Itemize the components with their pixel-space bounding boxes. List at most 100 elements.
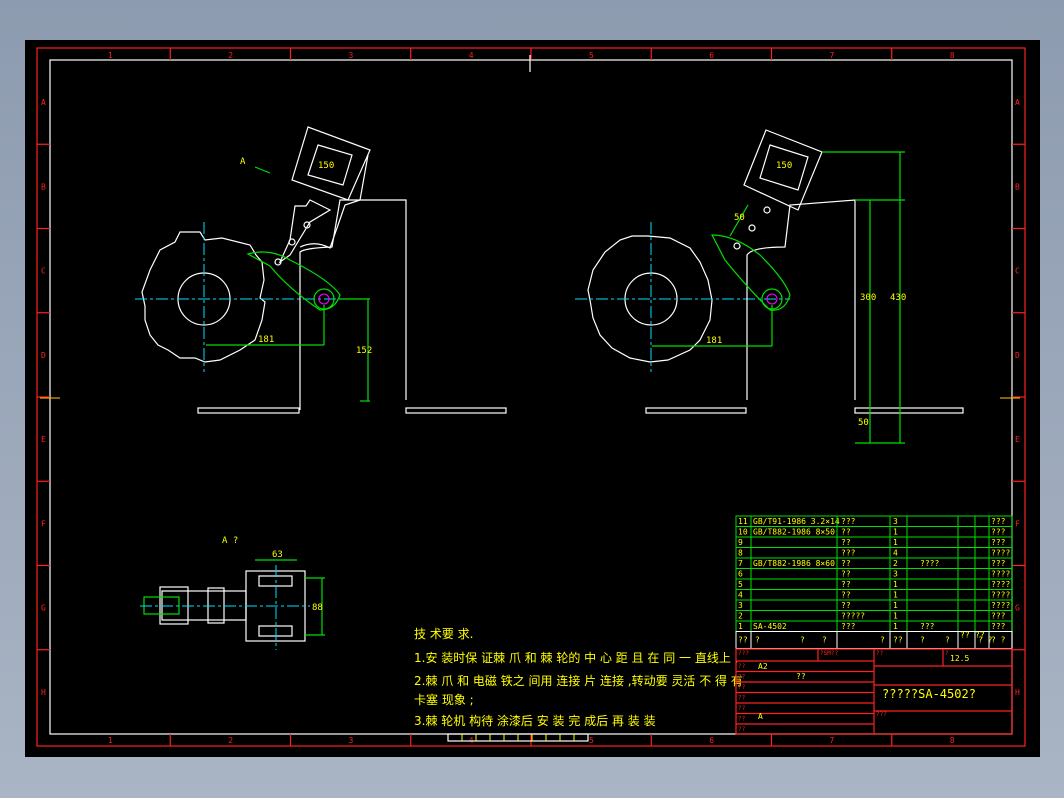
scale-value: 12.5 (950, 654, 969, 663)
bom-no: 5 (738, 580, 743, 589)
bom-qty: 1 (893, 591, 898, 600)
zone-row-label: F (41, 519, 46, 528)
dim-width-view-a: 63 (272, 550, 283, 560)
title-block-label: ?? (876, 650, 884, 657)
bom-code: SA-4502 (753, 622, 787, 631)
zone-row-label: E (1015, 435, 1020, 444)
bom-qty: 1 (893, 538, 898, 547)
bom-header-cell: ?? (738, 636, 748, 645)
bom-qty: 4 (893, 549, 898, 558)
dim-overall-right: 430 (890, 293, 906, 303)
bom-note: ??? (991, 559, 1006, 568)
bom-no: 2 (738, 612, 743, 621)
bom-note: ???? (991, 580, 1010, 589)
bom-name: ?? (841, 591, 851, 600)
dim-horizontal-right: 181 (706, 336, 722, 346)
zone-col-label: 2 (228, 736, 233, 745)
title-block-label: ? (945, 650, 949, 657)
zone-col-label: 1 (108, 736, 113, 745)
bom-name: ??? (841, 549, 856, 558)
title-block-label: ?? (738, 674, 746, 681)
bom-header-cell: ? (800, 636, 805, 645)
dim-height-view-a: 88 (312, 603, 323, 613)
bom-name: ?? (841, 559, 851, 568)
title-block-label: ?? (738, 663, 746, 670)
zone-row-label: E (41, 435, 46, 444)
bom-header-cell: ? (920, 636, 925, 645)
zone-row-label: G (41, 604, 46, 613)
bom-no: 11 (738, 517, 748, 526)
zone-col-label: 1 (108, 51, 113, 60)
bom-mat: ???? (920, 559, 939, 568)
zone-col-label: 5 (589, 51, 594, 60)
bom-header-cell: ? (755, 636, 760, 645)
bom-header-cell: ?? (893, 636, 903, 645)
dim-vertical-right: 300 (860, 293, 876, 303)
bom-no: 1 (738, 622, 743, 631)
bom-name: ?? (841, 601, 851, 610)
zone-row-label: A (1015, 98, 1020, 107)
zone-row-label: C (41, 267, 46, 276)
zone-row-label: D (1015, 351, 1020, 360)
zone-col-label: 6 (709, 51, 714, 60)
zone-row-label: C (1015, 267, 1020, 276)
zone-col-label: 7 (830, 736, 835, 745)
zone-col-label: 7 (830, 51, 835, 60)
bom-note: ???? (991, 549, 1010, 558)
bom-name: ??? (841, 517, 856, 526)
zone-row-label: B (1015, 182, 1020, 191)
bom-note: ???? (991, 570, 1010, 579)
bom-note: ??? (991, 622, 1006, 631)
bom-note: ??? (991, 517, 1006, 526)
bom-qty: 3 (893, 517, 898, 526)
zone-col-label: 8 (950, 736, 955, 745)
zone-row-label: H (1015, 688, 1020, 697)
bom-note: ??? (991, 528, 1006, 537)
bom-qty: 3 (893, 570, 898, 579)
note-line: 3.棘 轮机 构待 涂漆后 安 装 完 成后 再 装 装 (414, 713, 656, 728)
bom-no: 8 (738, 549, 743, 558)
revision: A (758, 712, 763, 721)
zone-col-label: 4 (469, 51, 474, 60)
zone-row-label: A (41, 98, 46, 107)
bom-header-cell: ? (945, 636, 950, 645)
title-block-label: ?? (738, 705, 746, 712)
title-block-label: ?? (738, 716, 746, 723)
drawer: ?? (796, 672, 806, 681)
bom-note: ??? (991, 538, 1006, 547)
notes-title: 技 术要 求. (414, 627, 473, 641)
title-block-label: ??? (876, 711, 887, 718)
bom-mat: ??? (920, 622, 935, 631)
bom-no: 4 (738, 591, 743, 600)
bom-qty: 1 (893, 601, 898, 610)
zone-col-label: 6 (709, 736, 714, 745)
note-line: 1.安 装时保 证棘 爪 和 棘 轮的 中 心 距 且 在 同 一 直线上 , (414, 650, 738, 665)
title-block-label: ?? (738, 726, 746, 733)
bom-no: 6 (738, 570, 743, 579)
bom-note: ??? (991, 612, 1006, 621)
dim-link-right: 50 (734, 213, 745, 223)
zone-row-label: G (1015, 604, 1020, 613)
zone-col-label: 8 (950, 51, 955, 60)
title-block-label: ?? (738, 695, 746, 702)
bom-header-cell: ? (822, 636, 827, 645)
dim-horizontal-left: 181 (258, 335, 274, 345)
bom-header-cell: ? (880, 636, 885, 645)
bom-name: ??? (841, 622, 856, 631)
zone-col-label: 2 (228, 51, 233, 60)
bom-note: ???? (991, 601, 1010, 610)
drawing-title: ?????SA-4502? (882, 687, 976, 701)
bom-qty: 1 (893, 528, 898, 537)
note-line: 2.棘 爪 和 电磁 铁之 间用 连接 片 连接 ,转动要 灵活 不 得 有 (414, 673, 743, 688)
title-block-label: ?SM?? (820, 650, 838, 657)
title-block-label: ?? (738, 684, 746, 691)
bom-qty: 1 (893, 622, 898, 631)
bom-no: 3 (738, 601, 743, 610)
view-a-title: A ? (222, 536, 238, 546)
bom-code: GB/T882-1986 8×50 (753, 528, 835, 537)
dim-base-right: 50 (858, 418, 869, 428)
zone-row-label: B (41, 182, 46, 191)
bom-header-cell: ? ? (991, 636, 1006, 645)
zone-col-label: 3 (349, 51, 354, 60)
bom-name: ?? (841, 570, 851, 579)
